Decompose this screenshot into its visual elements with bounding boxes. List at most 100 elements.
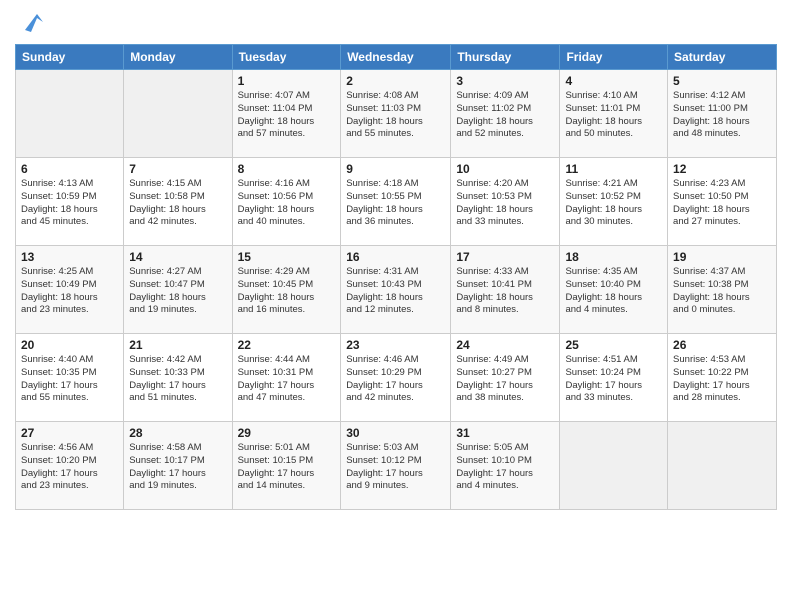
calendar-table: SundayMondayTuesdayWednesdayThursdayFrid… — [15, 44, 777, 510]
day-number: 21 — [129, 338, 226, 352]
day-info: Sunrise: 4:58 AM Sunset: 10:17 PM Daylig… — [129, 442, 226, 493]
calendar-week-3: 13 Sunrise: 4:25 AM Sunset: 10:49 PM Dayl… — [16, 246, 777, 334]
calendar-cell: 27Sunrise: 4:56 AM Sunset: 10:20 PM Dayl… — [16, 422, 124, 510]
day-number: 14 — [129, 250, 226, 264]
day-info: Sunrise: 4:51 AM Sunset: 10:24 PM Daylig… — [565, 354, 662, 405]
day-info: Sunrise: 4:53 AM Sunset: 10:22 PM Daylig… — [673, 354, 771, 405]
day-number: 1 — [238, 74, 336, 88]
day-info: Sunrise: 4:10 AM Sunset: 11:01 PM Daylig… — [565, 90, 662, 141]
calendar-cell: 14 Sunrise: 4:27 AM Sunset: 10:47 PM Dayl… — [124, 246, 232, 334]
calendar-cell: 8Sunrise: 4:16 AM Sunset: 10:56 PM Dayli… — [232, 158, 341, 246]
day-info: Sunrise: 4:25 AM Sunset: 10:49 PM Daylig… — [21, 266, 118, 317]
day-number: 13 — [21, 250, 118, 264]
calendar-cell: 23 Sunrise: 4:46 AM Sunset: 10:29 PM Dayl… — [341, 334, 451, 422]
weekday-header-monday: Monday — [124, 45, 232, 70]
day-info: Sunrise: 4:27 AM Sunset: 10:47 PM Daylig… — [129, 266, 226, 317]
calendar-cell: 11 Sunrise: 4:21 AM Sunset: 10:52 PM Dayl… — [560, 158, 668, 246]
calendar-cell: 22 Sunrise: 4:44 AM Sunset: 10:31 PM Dayl… — [232, 334, 341, 422]
day-number: 17 — [456, 250, 554, 264]
day-number: 22 — [238, 338, 336, 352]
calendar-week-4: 20 Sunrise: 4:40 AM Sunset: 10:35 PM Dayl… — [16, 334, 777, 422]
calendar-cell — [124, 70, 232, 158]
calendar-cell: 5 Sunrise: 4:12 AM Sunset: 11:00 PM Dayli… — [668, 70, 777, 158]
day-number: 18 — [565, 250, 662, 264]
day-number: 11 — [565, 162, 662, 176]
calendar-cell: 4 Sunrise: 4:10 AM Sunset: 11:01 PM Dayli… — [560, 70, 668, 158]
day-info: Sunrise: 4:23 AM Sunset: 10:50 PM Daylig… — [673, 178, 771, 229]
calendar-cell: 20 Sunrise: 4:40 AM Sunset: 10:35 PM Dayl… — [16, 334, 124, 422]
day-info: Sunrise: 4:21 AM Sunset: 10:52 PM Daylig… — [565, 178, 662, 229]
day-number: 12 — [673, 162, 771, 176]
weekday-header-saturday: Saturday — [668, 45, 777, 70]
weekday-header-wednesday: Wednesday — [341, 45, 451, 70]
calendar-cell: 3 Sunrise: 4:09 AM Sunset: 11:02 PM Dayli… — [451, 70, 560, 158]
calendar-cell: 21 Sunrise: 4:42 AM Sunset: 10:33 PM Dayl… — [124, 334, 232, 422]
calendar-cell — [560, 422, 668, 510]
day-info: Sunrise: 4:29 AM Sunset: 10:45 PM Daylig… — [238, 266, 336, 317]
calendar-cell: 6 Sunrise: 4:13 AM Sunset: 10:59 PM Dayli… — [16, 158, 124, 246]
calendar-cell: 31 Sunrise: 5:05 AM Sunset: 10:10 PM Dayl… — [451, 422, 560, 510]
day-number: 6 — [21, 162, 118, 176]
day-number: 19 — [673, 250, 771, 264]
day-info: Sunrise: 4:40 AM Sunset: 10:35 PM Daylig… — [21, 354, 118, 405]
day-info: Sunrise: 4:08 AM Sunset: 11:03 PM Daylig… — [346, 90, 445, 141]
calendar-cell: 17 Sunrise: 4:33 AM Sunset: 10:41 PM Dayl… — [451, 246, 560, 334]
calendar-week-5: 27Sunrise: 4:56 AM Sunset: 10:20 PM Dayl… — [16, 422, 777, 510]
day-number: 8 — [238, 162, 336, 176]
calendar-week-2: 6 Sunrise: 4:13 AM Sunset: 10:59 PM Dayli… — [16, 158, 777, 246]
day-info: Sunrise: 5:03 AM Sunset: 10:12 PM Daylig… — [346, 442, 445, 493]
day-info: Sunrise: 4:33 AM Sunset: 10:41 PM Daylig… — [456, 266, 554, 317]
day-number: 3 — [456, 74, 554, 88]
page-header — [15, 10, 777, 38]
day-info: Sunrise: 4:46 AM Sunset: 10:29 PM Daylig… — [346, 354, 445, 405]
day-info: Sunrise: 4:37 AM Sunset: 10:38 PM Daylig… — [673, 266, 771, 317]
day-number: 30 — [346, 426, 445, 440]
weekday-header-tuesday: Tuesday — [232, 45, 341, 70]
day-number: 20 — [21, 338, 118, 352]
day-number: 23 — [346, 338, 445, 352]
day-number: 31 — [456, 426, 554, 440]
weekday-header-sunday: Sunday — [16, 45, 124, 70]
day-info: Sunrise: 4:31 AM Sunset: 10:43 PM Daylig… — [346, 266, 445, 317]
calendar-cell — [668, 422, 777, 510]
calendar-cell: 16 Sunrise: 4:31 AM Sunset: 10:43 PM Dayl… — [341, 246, 451, 334]
day-number: 24 — [456, 338, 554, 352]
day-number: 16 — [346, 250, 445, 264]
day-number: 2 — [346, 74, 445, 88]
day-info: Sunrise: 4:42 AM Sunset: 10:33 PM Daylig… — [129, 354, 226, 405]
day-number: 28 — [129, 426, 226, 440]
calendar-body: 1 Sunrise: 4:07 AM Sunset: 11:04 PM Dayli… — [16, 70, 777, 510]
day-info: Sunrise: 5:05 AM Sunset: 10:10 PM Daylig… — [456, 442, 554, 493]
day-number: 4 — [565, 74, 662, 88]
day-info: Sunrise: 5:01 AM Sunset: 10:15 PM Daylig… — [238, 442, 336, 493]
calendar-cell: 28 Sunrise: 4:58 AM Sunset: 10:17 PM Dayl… — [124, 422, 232, 510]
calendar-week-1: 1 Sunrise: 4:07 AM Sunset: 11:04 PM Dayli… — [16, 70, 777, 158]
calendar-header-row: SundayMondayTuesdayWednesdayThursdayFrid… — [16, 45, 777, 70]
day-info: Sunrise: 4:07 AM Sunset: 11:04 PM Daylig… — [238, 90, 336, 141]
calendar-cell: 7 Sunrise: 4:15 AM Sunset: 10:58 PM Dayli… — [124, 158, 232, 246]
day-number: 5 — [673, 74, 771, 88]
day-info: Sunrise: 4:44 AM Sunset: 10:31 PM Daylig… — [238, 354, 336, 405]
day-info: Sunrise: 4:18 AM Sunset: 10:55 PM Daylig… — [346, 178, 445, 229]
calendar-cell: 10 Sunrise: 4:20 AM Sunset: 10:53 PM Dayl… — [451, 158, 560, 246]
day-number: 10 — [456, 162, 554, 176]
day-number: 15 — [238, 250, 336, 264]
weekday-header-friday: Friday — [560, 45, 668, 70]
calendar-cell: 29Sunrise: 5:01 AM Sunset: 10:15 PM Dayl… — [232, 422, 341, 510]
calendar-cell: 25Sunrise: 4:51 AM Sunset: 10:24 PM Dayl… — [560, 334, 668, 422]
logo — [15, 10, 45, 38]
day-info: Sunrise: 4:15 AM Sunset: 10:58 PM Daylig… — [129, 178, 226, 229]
day-number: 7 — [129, 162, 226, 176]
calendar-cell: 13 Sunrise: 4:25 AM Sunset: 10:49 PM Dayl… — [16, 246, 124, 334]
calendar-cell: 2 Sunrise: 4:08 AM Sunset: 11:03 PM Dayli… — [341, 70, 451, 158]
calendar-cell: 30 Sunrise: 5:03 AM Sunset: 10:12 PM Dayl… — [341, 422, 451, 510]
calendar-cell: 12 Sunrise: 4:23 AM Sunset: 10:50 PM Dayl… — [668, 158, 777, 246]
day-info: Sunrise: 4:20 AM Sunset: 10:53 PM Daylig… — [456, 178, 554, 229]
day-info: Sunrise: 4:09 AM Sunset: 11:02 PM Daylig… — [456, 90, 554, 141]
calendar-cell: 24Sunrise: 4:49 AM Sunset: 10:27 PM Dayl… — [451, 334, 560, 422]
day-info: Sunrise: 4:12 AM Sunset: 11:00 PM Daylig… — [673, 90, 771, 141]
day-number: 26 — [673, 338, 771, 352]
calendar-cell: 18Sunrise: 4:35 AM Sunset: 10:40 PM Dayl… — [560, 246, 668, 334]
weekday-header-thursday: Thursday — [451, 45, 560, 70]
day-info: Sunrise: 4:13 AM Sunset: 10:59 PM Daylig… — [21, 178, 118, 229]
